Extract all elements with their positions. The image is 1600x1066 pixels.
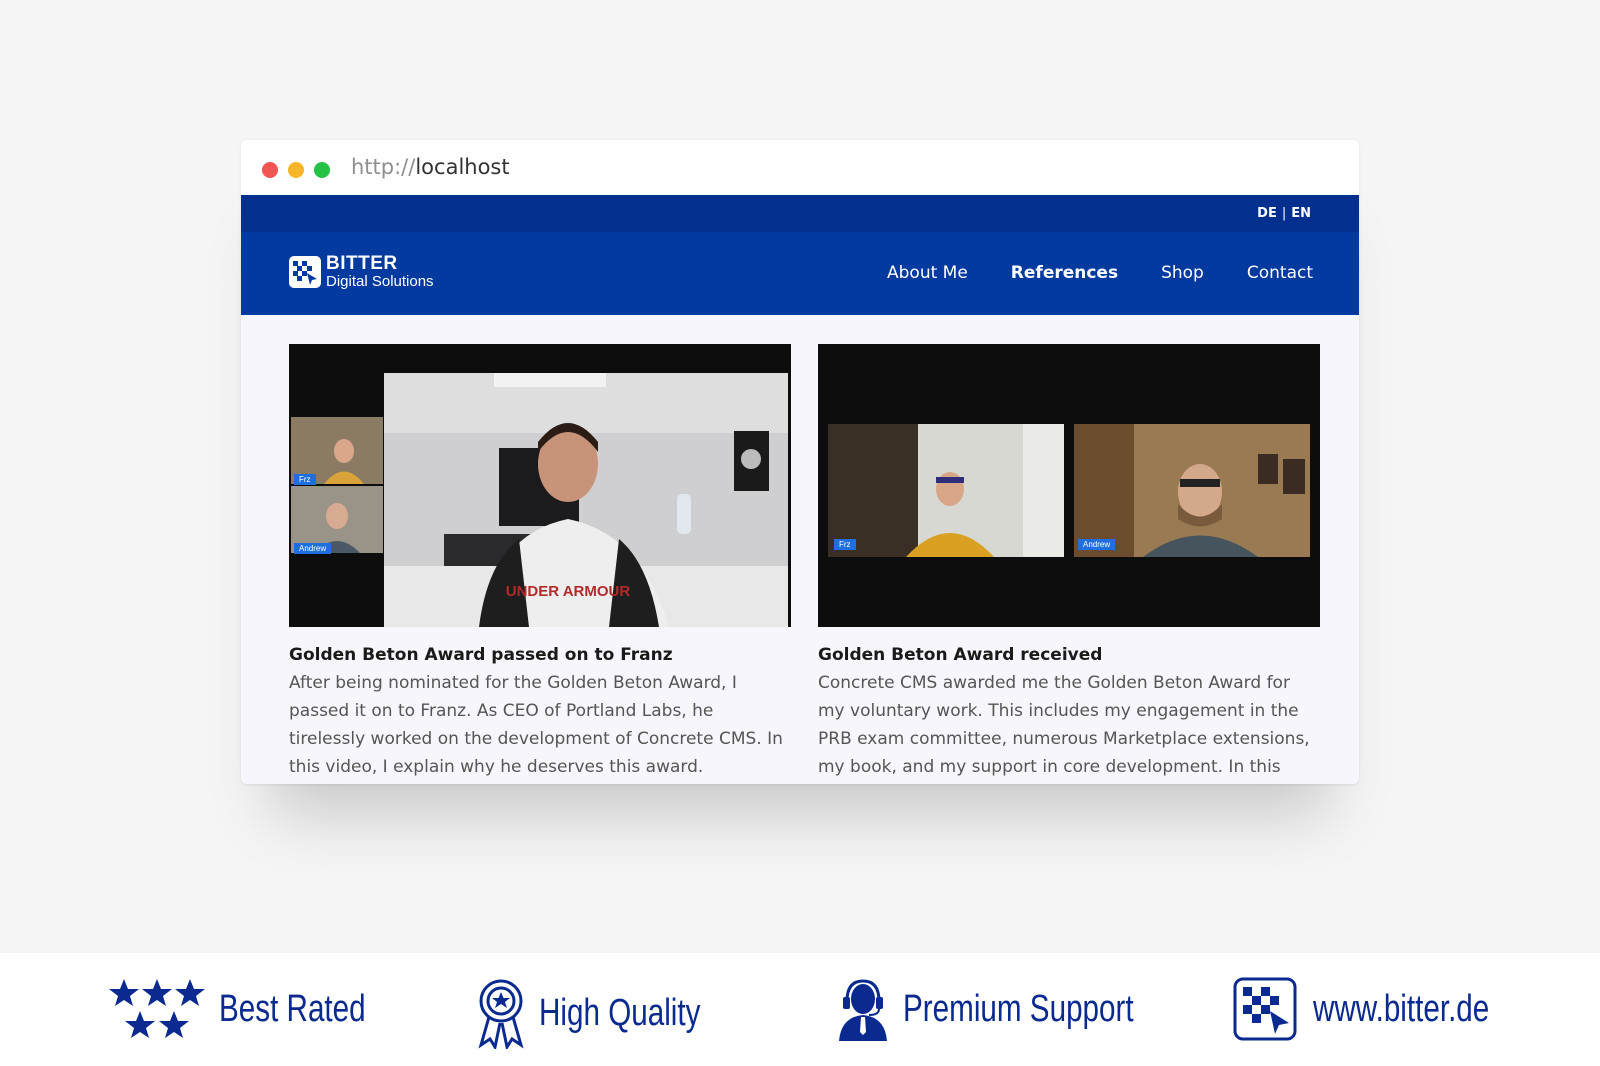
- card-title[interactable]: Golden Beton Award received: [818, 645, 1320, 665]
- bitter-logo-icon: [1233, 977, 1297, 1041]
- badge-high-quality: High Quality: [475, 977, 746, 1049]
- bitter-logo-icon: [289, 255, 321, 288]
- participant-tag: Andrew: [294, 543, 332, 554]
- badge-label: Premium Support: [903, 987, 1134, 1030]
- badge-label: www.bitter.de: [1313, 987, 1490, 1030]
- lang-de-link[interactable]: DE: [1257, 206, 1277, 221]
- reference-card: UNDER ARMOUR Frz Andrew Golden Beton Awa…: [289, 344, 791, 781]
- award-rosette-icon: [478, 979, 524, 1049]
- minimize-window-button[interactable]: [288, 162, 304, 178]
- nav-references[interactable]: References: [1011, 263, 1118, 283]
- feature-footer: Best Rated High Quality Premium Support …: [0, 953, 1600, 1066]
- badge-label: High Quality: [539, 991, 701, 1034]
- lang-en-link[interactable]: EN: [1291, 206, 1311, 221]
- url-protocol: http://: [351, 155, 416, 179]
- nav-about-me[interactable]: About Me: [887, 263, 968, 283]
- badge-label: Best Rated: [219, 987, 366, 1030]
- badge-website[interactable]: www.bitter.de: [1233, 977, 1539, 1041]
- main-nav: About Me References Shop Contact: [887, 263, 1313, 283]
- url-host: localhost: [415, 155, 510, 179]
- reference-card: Frz Andrew Golden Beton Award received C…: [818, 344, 1320, 781]
- main-navbar: BITTER Digital Solutions About Me Refere…: [241, 232, 1359, 315]
- address-bar[interactable]: http://localhost: [351, 155, 510, 179]
- logo-line1: BITTER: [326, 253, 398, 274]
- video-thumbnail[interactable]: Frz Andrew: [818, 344, 1320, 627]
- logo-line2: Digital Solutions: [326, 273, 434, 290]
- card-title[interactable]: Golden Beton Award passed on to Franz: [289, 645, 791, 665]
- nav-contact[interactable]: Contact: [1247, 263, 1313, 283]
- browser-chrome: http://localhost: [241, 140, 1359, 195]
- card-description: After being nominated for the Golden Bet…: [289, 673, 783, 777]
- lang-separator: |: [1281, 206, 1287, 221]
- language-switcher: DE | EN: [1257, 206, 1311, 221]
- browser-window: http://localhost DE | EN BITTER Digital …: [241, 140, 1359, 784]
- participant-tag: Frz: [294, 474, 316, 485]
- video-scene: UNDER ARMOUR: [289, 344, 791, 627]
- badge-premium-support: Premium Support: [835, 977, 1199, 1041]
- stars-icon: [109, 979, 205, 1038]
- language-bar: DE | EN: [241, 195, 1359, 232]
- references-content: UNDER ARMOUR Frz Andrew Golden Beton Awa…: [241, 315, 1359, 784]
- participant-tag: Andrew: [1078, 539, 1116, 550]
- card-description: Concrete CMS awarded me the Golden Beton…: [818, 673, 1310, 777]
- video-scene: [818, 344, 1320, 627]
- site-logo[interactable]: BITTER Digital Solutions: [289, 254, 434, 289]
- support-agent-icon: [839, 979, 887, 1041]
- participant-tag: Frz: [834, 539, 856, 550]
- badge-best-rated: Best Rated: [107, 977, 407, 1041]
- nav-shop[interactable]: Shop: [1161, 263, 1204, 283]
- maximize-window-button[interactable]: [314, 162, 330, 178]
- logo-text: BITTER Digital Solutions: [326, 254, 434, 289]
- svg-text:UNDER ARMOUR: UNDER ARMOUR: [506, 583, 631, 600]
- close-window-button[interactable]: [262, 162, 278, 178]
- video-thumbnail[interactable]: UNDER ARMOUR Frz Andrew: [289, 344, 791, 627]
